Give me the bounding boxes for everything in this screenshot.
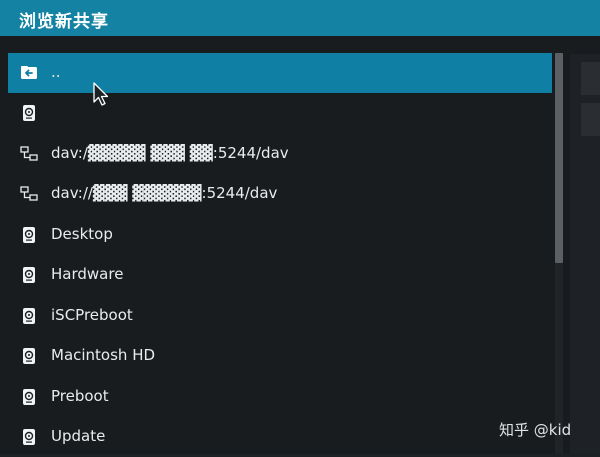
drive-icon bbox=[23, 227, 35, 243]
list-item-label: Hardware bbox=[51, 265, 124, 283]
drive-icon bbox=[23, 267, 35, 283]
list-item[interactable]: dav:/▓▓▓▓▓ ▓▓▓ ▓▓:5244/dav bbox=[8, 134, 552, 174]
list-item-label: .. bbox=[51, 63, 61, 81]
side-button-2[interactable] bbox=[581, 103, 600, 136]
drive-icon bbox=[23, 389, 35, 405]
list-item[interactable]: Hardware bbox=[8, 255, 552, 295]
list-item[interactable]: Macintosh HD bbox=[8, 336, 552, 376]
list-item-label: dav://▓▓▓ ▓▓▓▓▓▓:5244/dav bbox=[51, 184, 278, 202]
list-item[interactable]: Update bbox=[8, 417, 552, 457]
side-button-1[interactable] bbox=[581, 62, 600, 95]
list-item-label: Desktop bbox=[51, 225, 113, 243]
list-item-label: Preboot bbox=[51, 387, 109, 405]
dialog-header: 浏览新共享 bbox=[0, 0, 600, 36]
dialog-title: 浏览新共享 bbox=[19, 12, 109, 32]
network-share-icon bbox=[20, 186, 38, 201]
list-item[interactable] bbox=[8, 93, 552, 133]
folder-back-icon bbox=[21, 66, 37, 79]
list-item[interactable]: Preboot bbox=[8, 377, 552, 417]
list-item[interactable]: iSCPreboot bbox=[8, 296, 552, 336]
list-item-label: Macintosh HD bbox=[51, 346, 156, 364]
drive-icon bbox=[23, 429, 35, 445]
list-item[interactable]: Desktop bbox=[8, 215, 552, 255]
scrollbar-thumb[interactable] bbox=[555, 53, 563, 263]
list-item[interactable]: dav://▓▓▓ ▓▓▓▓▓▓:5244/dav bbox=[8, 174, 552, 214]
share-list: .. dav:/▓▓▓▓▓ ▓▓▓ ▓▓:5244/dav dav://▓▓▓ … bbox=[8, 53, 552, 454]
list-item-label: dav:/▓▓▓▓▓ ▓▓▓ ▓▓:5244/dav bbox=[51, 144, 289, 162]
list-item-label: Update bbox=[51, 427, 106, 445]
watermark: 知乎 @kid bbox=[499, 421, 572, 439]
list-item-parent[interactable]: .. bbox=[8, 53, 552, 93]
drive-icon bbox=[23, 105, 35, 121]
drive-icon bbox=[23, 308, 35, 324]
mouse-cursor-icon bbox=[93, 82, 109, 106]
network-share-icon bbox=[20, 146, 38, 161]
list-item-label: iSCPreboot bbox=[51, 306, 133, 324]
drive-icon bbox=[23, 348, 35, 364]
